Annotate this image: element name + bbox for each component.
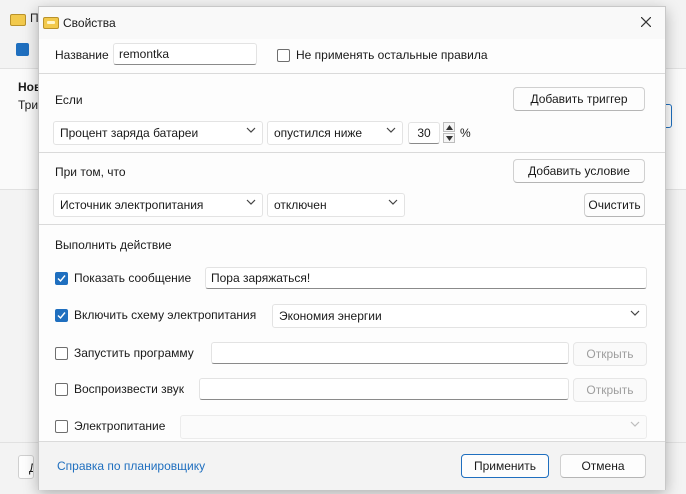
play-sound-checkbox[interactable] <box>55 383 68 396</box>
no-other-rules-label: Не применять остальные правила <box>296 48 488 62</box>
run-program-checkbox[interactable] <box>55 347 68 360</box>
chevron-down-icon <box>386 125 396 138</box>
separator <box>39 73 665 74</box>
condition-state-select[interactable]: отключен <box>267 193 405 217</box>
scheduler-help-link[interactable]: Справка по планировщику <box>57 459 205 473</box>
power-supply-select[interactable] <box>180 415 647 439</box>
separator <box>39 224 665 225</box>
trigger-operator-value: опустился ниже <box>274 126 363 140</box>
while-section-label: При том, что <box>55 165 126 179</box>
show-message-label: Показать сообщение <box>74 271 192 285</box>
if-section-label: Если <box>55 93 83 107</box>
name-input[interactable] <box>113 43 257 65</box>
trigger-condition-select[interactable]: Процент заряда батареи <box>53 121 263 145</box>
separator <box>39 152 665 153</box>
program-path-input[interactable] <box>211 342 569 364</box>
properties-dialog: Свойства Название Не применять остальные… <box>38 6 666 490</box>
chevron-down-icon <box>246 125 256 138</box>
app-icon <box>10 14 26 26</box>
background-rule-subtitle: Три <box>18 98 39 112</box>
chevron-down-icon <box>630 308 640 321</box>
background-footer-button[interactable]: Д <box>18 455 34 479</box>
sound-path-input[interactable] <box>199 378 569 400</box>
condition-source-value: Источник электропитания <box>60 198 204 212</box>
action-section-label: Выполнить действие <box>55 238 172 252</box>
power-supply-label: Электропитание <box>74 419 166 433</box>
power-scheme-value: Экономия энергии <box>279 309 382 323</box>
dialog-body: Название Не применять остальные правила … <box>39 39 665 441</box>
triangle-up-icon <box>446 125 453 130</box>
add-condition-button[interactable]: Добавить условие <box>513 159 645 183</box>
run-program-label: Запустить программу <box>74 346 194 360</box>
clear-button[interactable]: Очистить <box>584 193 645 217</box>
add-trigger-button[interactable]: Добавить триггер <box>513 87 645 111</box>
apply-button[interactable]: Применить <box>461 454 549 478</box>
show-message-checkbox[interactable] <box>55 272 68 285</box>
message-text-input[interactable] <box>205 267 647 289</box>
close-icon[interactable] <box>635 12 657 34</box>
play-sound-label: Воспроизвести звук <box>74 382 185 396</box>
checkmark-icon <box>57 312 66 320</box>
trigger-operator-select[interactable]: опустился ниже <box>267 121 403 145</box>
background-checkbox[interactable] <box>16 43 29 56</box>
name-label: Название <box>55 48 109 62</box>
spin-up-button[interactable] <box>443 122 455 132</box>
chevron-down-icon <box>388 197 398 210</box>
open-sound-button[interactable]: Открыть <box>573 378 647 402</box>
dialog-footer: Справка по планировщику Применить Отмена <box>39 441 665 490</box>
cancel-button[interactable]: Отмена <box>560 454 646 478</box>
trigger-condition-value: Процент заряда батареи <box>60 126 199 140</box>
dialog-titlebar: Свойства <box>39 7 665 39</box>
checkmark-icon <box>57 275 66 283</box>
trigger-value-input[interactable] <box>408 122 440 144</box>
condition-state-value: отключен <box>274 198 327 212</box>
power-scheme-select[interactable]: Экономия энергии <box>272 304 647 328</box>
percent-unit: % <box>460 126 471 140</box>
condition-source-select[interactable]: Источник электропитания <box>53 193 263 217</box>
chevron-down-icon <box>630 419 640 432</box>
power-supply-checkbox[interactable] <box>55 420 68 433</box>
no-other-rules-checkbox[interactable] <box>277 49 290 62</box>
triangle-down-icon <box>446 136 453 141</box>
spin-down-button[interactable] <box>443 133 455 143</box>
power-scheme-checkbox[interactable] <box>55 309 68 322</box>
open-program-button[interactable]: Открыть <box>573 342 647 366</box>
dialog-title: Свойства <box>63 16 116 30</box>
power-scheme-label: Включить схему электропитания <box>74 308 257 322</box>
close-glyph <box>640 16 652 28</box>
chevron-down-icon <box>246 197 256 210</box>
folder-envelope-icon <box>43 17 59 29</box>
